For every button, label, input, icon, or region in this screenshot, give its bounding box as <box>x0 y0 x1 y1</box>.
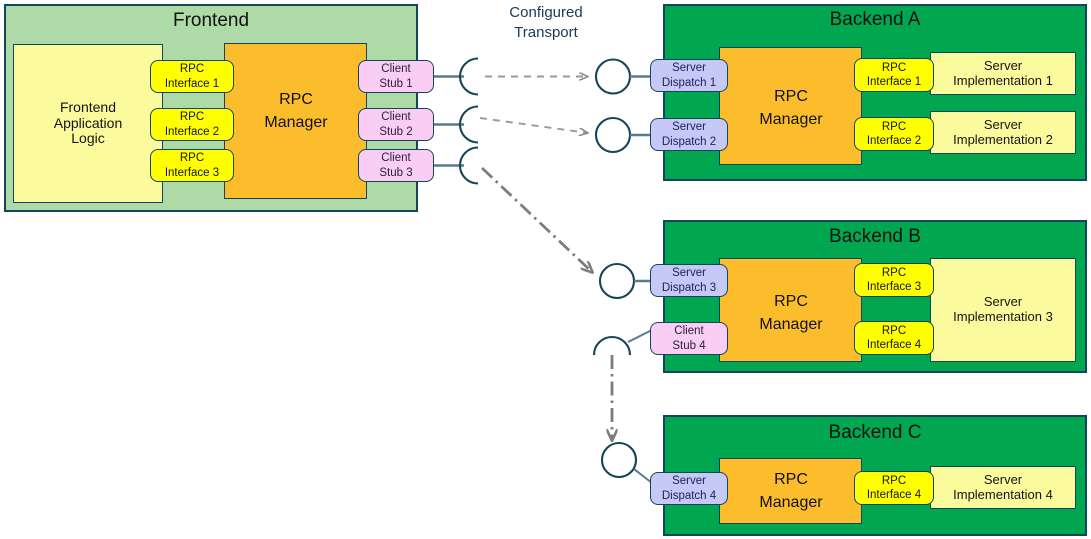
impl-1-line-1: Server <box>983 57 1023 73</box>
client-stub-2-line-1: Client <box>381 111 411 124</box>
client-stub-3-line-1: Client <box>381 152 411 165</box>
backend-a-rpc-interface-2[interactable]: RPC Interface 2 <box>854 117 934 151</box>
impl-3-line-2: Implementation 3 <box>953 309 1053 324</box>
backend-a-title: Backend A <box>829 9 921 30</box>
ball-icon-dispatch-2 <box>594 116 632 154</box>
backend-c-rpc-manager <box>719 458 862 524</box>
socket-icon-stub-2 <box>458 105 479 144</box>
client-stub-2-line-2: Stub 2 <box>379 125 413 138</box>
backend-a-rpc-manager <box>719 47 862 165</box>
backend-a-server-implementation-1: Server Implementation 1 <box>930 52 1076 95</box>
backend-a-server-implementation-2: Server Implementation 2 <box>930 111 1076 154</box>
backend-a-iface-1-line-1: RPC <box>881 61 907 74</box>
server-dispatch-2-line-1: Server <box>672 121 706 134</box>
backend-a-rpc-interface-1[interactable]: RPC Interface 1 <box>854 58 934 92</box>
transport-links <box>479 77 612 441</box>
backend-ball-connectors <box>594 58 653 484</box>
app-logic-line-2: Application <box>53 114 123 131</box>
ball-icon-dispatch-3 <box>598 262 636 300</box>
impl-2-line-2: Implementation 2 <box>953 131 1053 147</box>
server-dispatch-3-line-2: Dispatch 3 <box>661 281 717 294</box>
socket-stem-stub-4 <box>627 329 653 343</box>
impl-1-line-2: Implementation 1 <box>953 72 1053 88</box>
frontend-client-stub-1[interactable]: Client Stub 1 <box>358 60 434 93</box>
backend-c-rpc-interface-4[interactable]: RPC Interface 4 <box>854 471 934 505</box>
frontend-rpc-interface-3[interactable]: RPC Interface 3 <box>150 149 234 182</box>
backend-c-server-implementation-4: Server Implementation 4 <box>930 466 1076 509</box>
diagram-canvas: Frontend Frontend Application Logic RPC … <box>0 0 1091 539</box>
backend-b-rpc-manager <box>719 258 862 362</box>
transport-link-stub2-to-dispatch2 <box>479 117 588 133</box>
backend-b-iface-4-line-1: RPC <box>881 324 907 337</box>
backend-a-iface-2-line-2: Interface 2 <box>866 135 922 147</box>
frontend-rpc-interface-2[interactable]: RPC Interface 2 <box>150 108 234 141</box>
transport-label-line-1: Configured <box>509 4 583 21</box>
server-dispatch-1-line-1: Server <box>672 62 706 75</box>
frontend-client-stub-3[interactable]: Client Stub 3 <box>358 149 434 182</box>
socket-icon-stub-4 <box>592 335 632 356</box>
socket-icon-stub-3 <box>458 146 479 185</box>
server-dispatch-4-line-1: Server <box>672 475 706 488</box>
client-stub-3-line-2: Stub 3 <box>379 166 413 179</box>
rpc-interface-1-line-1: RPC <box>179 63 205 76</box>
backend-c-iface-4-line-2: Interface 4 <box>866 489 922 501</box>
backend-b-server-implementation-3: Server Implementation 3 <box>930 258 1076 362</box>
rpc-interface-3-line-1: RPC <box>179 152 205 165</box>
ball-icon-dispatch-4 <box>600 441 638 479</box>
backend-b-iface-4-line-2: Interface 4 <box>866 339 922 351</box>
impl-4-line-2: Implementation 4 <box>953 486 1053 502</box>
impl-3-line-1: Server <box>983 294 1023 310</box>
frontend-client-stub-2[interactable]: Client Stub 2 <box>358 108 434 141</box>
backend-b-stub4-socket <box>592 329 653 356</box>
client-stub-4-line-1: Client <box>674 325 704 338</box>
backend-b-rpc-interface-3[interactable]: RPC Interface 3 <box>854 263 934 297</box>
backend-b-server-dispatch-3[interactable]: Server Dispatch 3 <box>650 264 728 297</box>
frontend-sockets <box>458 57 479 185</box>
impl-4-line-1: Server <box>983 471 1023 487</box>
server-dispatch-4-line-2: Dispatch 4 <box>661 489 717 502</box>
server-dispatch-1-line-2: Dispatch 1 <box>661 76 717 89</box>
transport-link-stub3-to-dispatch3 <box>481 166 592 272</box>
ball-icon-dispatch-1 <box>594 58 632 95</box>
configured-transport-label: Configured Transport <box>480 3 612 42</box>
backend-b-iface-3-line-2: Interface 3 <box>866 281 922 293</box>
rpc-interface-3-line-2: Interface 3 <box>164 166 220 179</box>
transport-label-line-2: Transport <box>514 23 578 41</box>
frontend-application-logic: Frontend Application Logic <box>13 44 163 203</box>
backend-b-rpc-interface-4[interactable]: RPC Interface 4 <box>854 321 934 355</box>
socket-icon-stub-1 <box>458 57 479 96</box>
backend-b-title: Backend B <box>829 226 921 247</box>
rpc-interface-1-line-2: Interface 1 <box>164 77 220 90</box>
frontend-socket-connectors <box>434 75 464 167</box>
frontend-rpc-interface-1[interactable]: RPC Interface 1 <box>150 60 234 93</box>
backend-c-iface-4-line-1: RPC <box>881 474 907 487</box>
backend-c-title: Backend C <box>828 422 922 443</box>
client-stub-1-line-2: Stub 1 <box>379 77 413 90</box>
client-stub-1-line-1: Client <box>381 63 411 76</box>
backend-a-iface-2-line-1: RPC <box>881 120 907 133</box>
rpc-interface-2-line-2: Interface 2 <box>164 125 220 138</box>
backend-a-server-dispatch-2[interactable]: Server Dispatch 2 <box>650 118 728 151</box>
frontend-title: Frontend <box>172 10 250 31</box>
app-logic-line-3: Logic <box>71 130 105 147</box>
rpc-interface-2-line-1: RPC <box>179 111 205 124</box>
backend-b-client-stub-4[interactable]: Client Stub 4 <box>650 322 728 355</box>
client-stub-4-line-2: Stub 4 <box>672 339 706 352</box>
backend-a-iface-1-line-2: Interface 1 <box>866 76 922 88</box>
impl-2-line-1: Server <box>983 116 1023 132</box>
frontend-rpc-manager <box>224 43 367 199</box>
backend-b-iface-3-line-1: RPC <box>881 266 907 279</box>
server-dispatch-3-line-1: Server <box>672 267 706 280</box>
app-logic-line-1: Frontend <box>59 98 117 115</box>
backend-a-server-dispatch-1[interactable]: Server Dispatch 1 <box>650 59 728 92</box>
server-dispatch-2-line-2: Dispatch 2 <box>661 135 717 148</box>
backend-c-server-dispatch-4[interactable]: Server Dispatch 4 <box>650 472 728 505</box>
